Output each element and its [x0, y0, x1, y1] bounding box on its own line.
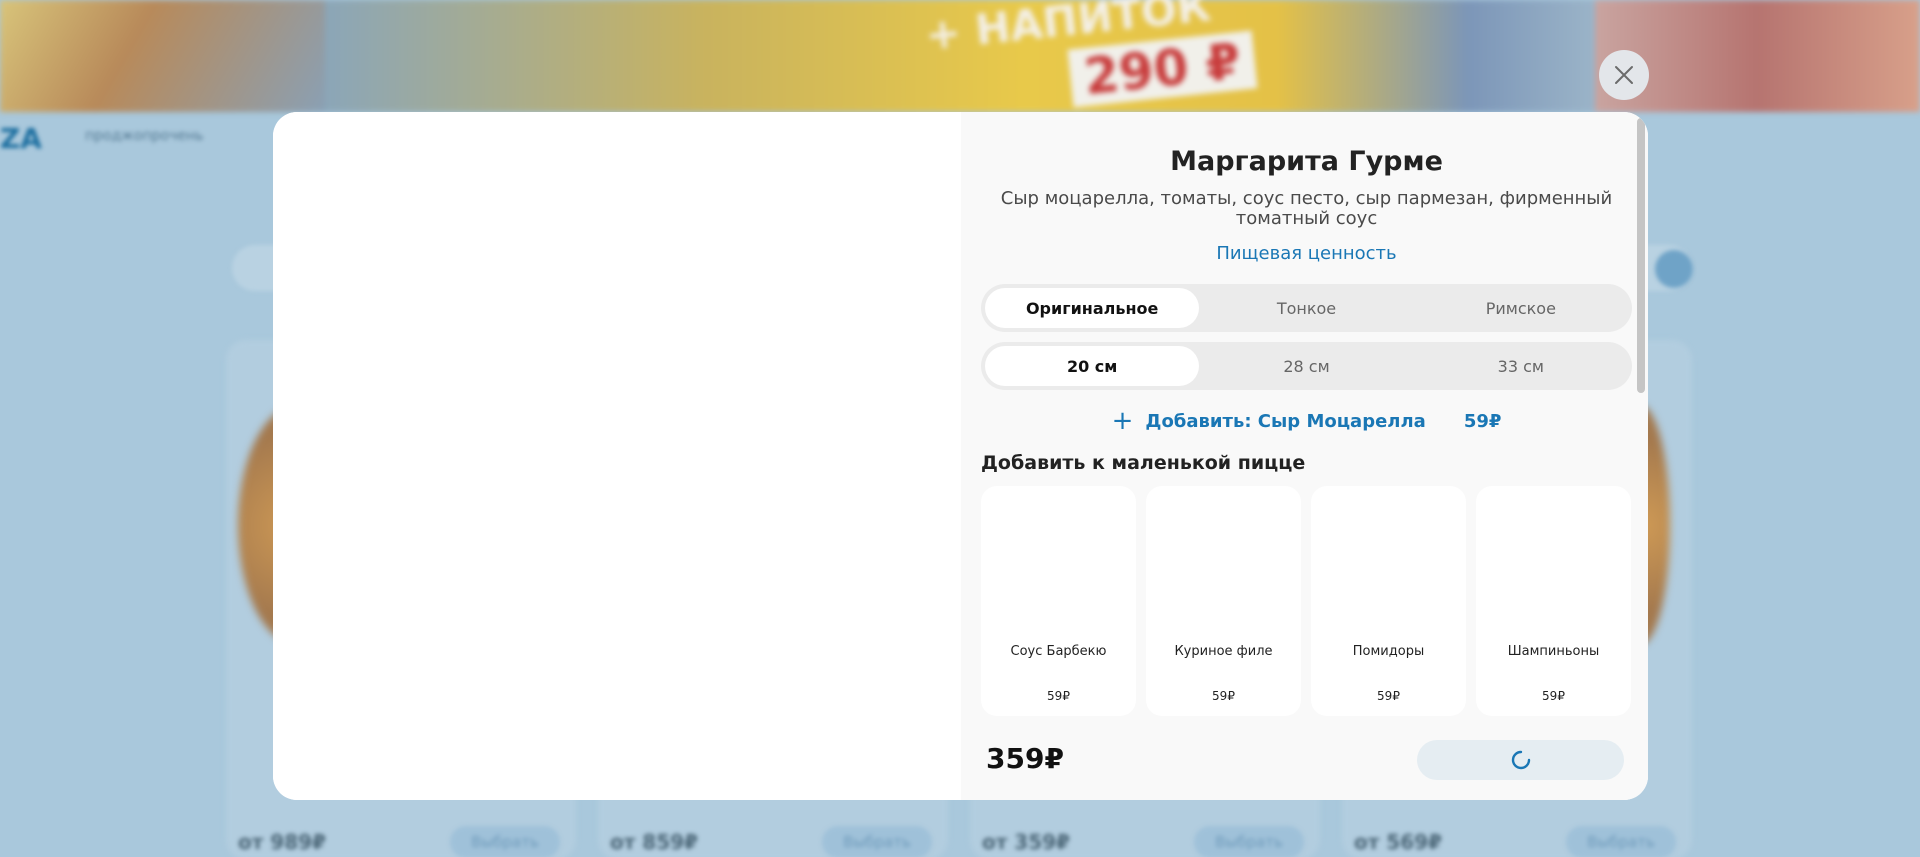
extra-price: 59₽ [1377, 689, 1400, 703]
close-icon [1615, 66, 1633, 84]
extra-name: Куриное филе [1174, 644, 1273, 659]
extra-price: 59₽ [1047, 689, 1070, 703]
size-selector: 20 см 28 см 33 см [981, 342, 1632, 390]
card-select-button: Выбрать [822, 826, 932, 857]
extra-card-bbq-sauce[interactable]: Соус Барбекю 59₽ [981, 486, 1136, 716]
product-description: Сыр моцарелла, томаты, соус песто, сыр п… [1000, 188, 1613, 229]
panel-scrollbar[interactable] [1637, 118, 1645, 393]
extra-card-chicken[interactable]: Куриное филе 59₽ [1146, 486, 1301, 716]
add-cheese-label: Добавить: Сыр Моцарелла [1145, 410, 1426, 432]
card-price: от 569₽ [1354, 830, 1442, 854]
extra-name: Помидоры [1352, 644, 1425, 659]
card-select-button: Выбрать [1194, 826, 1304, 857]
site-logo: ZA [0, 122, 42, 155]
add-cheese-button[interactable]: + Добавить: Сыр Моцарелла 59₽ [981, 408, 1632, 434]
dough-option-original[interactable]: Оригинальное [985, 288, 1200, 328]
dough-option-thin[interactable]: Тонкое [1199, 288, 1413, 328]
extras-list: Соус Барбекю 59₽ Куриное филе 59₽ Помидо… [981, 486, 1632, 716]
plus-icon: + [1111, 406, 1134, 436]
product-modal: Маргарита Гурме Сыр моцарелла, томаты, с… [273, 112, 1648, 800]
card-select-button: Выбрать [1566, 826, 1676, 857]
add-to-cart-button[interactable] [1417, 740, 1624, 780]
extra-card-mushrooms[interactable]: Шампиньоны 59₽ [1476, 486, 1631, 716]
extra-price: 59₽ [1212, 689, 1235, 703]
extra-price: 59₽ [1542, 689, 1565, 703]
extra-card-tomatoes[interactable]: Помидоры 59₽ [1311, 486, 1466, 716]
card-price: от 359₽ [982, 830, 1070, 854]
extra-name: Соус Барбекю [1010, 644, 1107, 659]
extra-name: Шампиньоны [1507, 644, 1600, 659]
total-price: 359₽ [986, 742, 1064, 775]
add-cheese-price: 59₽ [1463, 410, 1502, 432]
panel-footer: 359₽ [961, 720, 1648, 800]
details-scroll-area[interactable]: Маргарита Гурме Сыр моцарелла, томаты, с… [961, 112, 1634, 720]
dough-option-roman[interactable]: Римское [1414, 288, 1628, 328]
size-option-28[interactable]: 28 см [1199, 346, 1413, 386]
nutrition-link[interactable]: Пищевая ценность [981, 243, 1632, 264]
card-select-button: Выбрать [450, 826, 560, 857]
close-button[interactable] [1599, 50, 1649, 100]
size-option-20[interactable]: 20 см [985, 346, 1200, 386]
product-title: Маргарита Гурме [1170, 146, 1443, 177]
card-price: от 989₽ [238, 830, 326, 854]
size-option-33[interactable]: 33 см [1414, 346, 1628, 386]
header-nav-text: проджопрочень [85, 128, 204, 144]
card-price: от 859₽ [610, 830, 698, 854]
extras-section-title: Добавить к маленькой пицце [981, 452, 1306, 474]
dough-selector: Оригинальное Тонкое Римское [981, 284, 1632, 332]
loading-spinner-icon [1511, 750, 1530, 770]
product-details-panel: Маргарита Гурме Сыр моцарелла, томаты, с… [961, 112, 1648, 800]
cart-round-icon [1655, 250, 1693, 288]
product-image-area [273, 112, 961, 800]
